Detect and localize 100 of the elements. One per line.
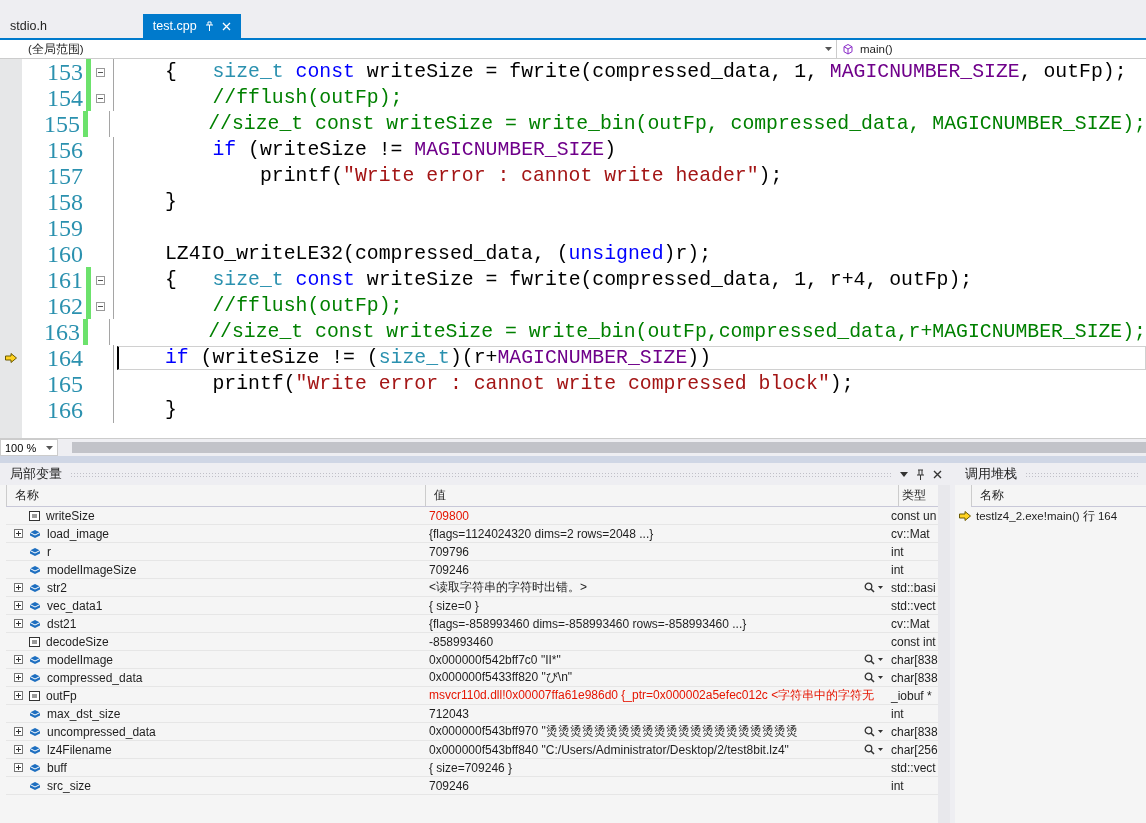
cube-icon xyxy=(843,43,853,55)
variable-type: cv::Mat xyxy=(891,526,930,541)
constant-icon xyxy=(29,636,40,647)
variable-type: std::vect xyxy=(891,598,936,613)
variable-name: lz4Filename xyxy=(47,742,112,757)
line-number: 156 xyxy=(46,137,84,163)
pin-icon[interactable] xyxy=(916,468,925,480)
variable-type: char[838 xyxy=(891,670,938,685)
line-number: 164 xyxy=(46,345,84,371)
field-icon xyxy=(29,744,41,755)
expand-icon[interactable] xyxy=(14,763,23,772)
line-number: 154 xyxy=(46,85,84,111)
expand-icon[interactable] xyxy=(14,745,23,754)
expand-icon[interactable] xyxy=(14,529,23,538)
field-icon xyxy=(29,654,41,665)
scope-dropdown[interactable]: (全局范围) xyxy=(0,40,837,58)
line-number: 155 xyxy=(43,111,82,137)
variable-value: msvcr110d.dll!0x00007ffa61e986d0 {_ptr=0x000002a5efec012c <字符串中的字符无 xyxy=(429,687,875,704)
variable-type: char[838 xyxy=(891,652,938,667)
expand-icon[interactable] xyxy=(14,673,23,682)
line-number: 160 xyxy=(46,241,84,267)
close-icon[interactable] xyxy=(933,469,942,479)
code-line: { size_t const writeSize = fwrite(compressed_data, 1, MAGICNUMBER_SIZE, outFp); xyxy=(165,60,1127,84)
variable-type: const int xyxy=(891,634,936,649)
horizontal-scrollbar[interactable] xyxy=(72,442,1146,453)
field-icon xyxy=(29,528,41,539)
visualizer-button[interactable] xyxy=(864,726,884,737)
panel-title: 调用堆栈 xyxy=(965,465,1017,483)
line-number: 159 xyxy=(46,215,84,241)
expand-icon[interactable] xyxy=(14,655,23,664)
variable-value: 709246 xyxy=(429,562,470,577)
variable-name: buff xyxy=(47,760,67,775)
line-number: 158 xyxy=(46,189,84,215)
column-header[interactable]: 名称 xyxy=(971,485,1004,506)
expand-icon[interactable] xyxy=(14,619,23,628)
code-line: printf("Write error : cannot write compressed block"); xyxy=(211,372,854,396)
visualizer-button[interactable] xyxy=(864,672,884,683)
variable-value: 709246 xyxy=(429,778,470,793)
collapse-icon[interactable] xyxy=(96,93,105,103)
vertical-scrollbar[interactable] xyxy=(937,485,950,823)
line-number: 153 xyxy=(46,59,84,85)
collapse-icon[interactable] xyxy=(96,67,105,77)
line-number: 165 xyxy=(46,371,84,397)
expand-icon[interactable] xyxy=(14,601,23,610)
variable-name: load_image xyxy=(47,526,110,541)
code-editor[interactable] xyxy=(0,59,1146,438)
caret-icon xyxy=(46,445,53,450)
expand-icon[interactable] xyxy=(14,727,23,736)
variable-name: uncompressed_data xyxy=(47,724,156,739)
variable-name: outFp xyxy=(46,688,77,703)
expand-icon[interactable] xyxy=(14,691,23,700)
variable-type: int xyxy=(891,706,904,721)
expand-icon[interactable] xyxy=(14,583,23,592)
field-icon xyxy=(29,582,41,593)
variable-name: src_size xyxy=(47,778,91,793)
field-icon xyxy=(29,762,41,773)
field-icon xyxy=(29,618,41,629)
variable-value: {flags=-858993460 dims=-858993460 rows=-858993460 ...} xyxy=(429,616,747,631)
zoom-dropdown[interactable]: 100 % xyxy=(0,439,58,456)
variable-type: char[256 xyxy=(891,742,938,757)
variable-value: { size=709246 } xyxy=(429,760,513,775)
variable-value: 0x000000f543bff840 "C:/Users/Administrator/Desktop/2/test8bit.lz4" xyxy=(429,742,789,757)
line-number: 166 xyxy=(46,397,84,423)
variable-type: std::basi xyxy=(891,580,936,595)
stack-frame[interactable]: testlz4_2.exe!main() 行 164 xyxy=(976,508,1118,524)
variable-value: {flags=1124024320 dims=2 rows=2048 ...} xyxy=(429,526,654,541)
collapse-icon[interactable] xyxy=(96,275,105,285)
variable-name: decodeSize xyxy=(46,634,109,649)
variable-name: dst21 xyxy=(47,616,77,631)
field-icon xyxy=(29,564,41,575)
variable-name: max_dst_size xyxy=(47,706,121,721)
code-line: } xyxy=(165,398,177,422)
column-header[interactable]: 名称 xyxy=(6,485,425,506)
function-dropdown[interactable]: main() xyxy=(837,40,1146,58)
document-tab[interactable]: stdio.h xyxy=(0,14,57,38)
variable-value: 709796 xyxy=(429,544,470,559)
variable-name: writeSize xyxy=(46,508,95,523)
variable-type: int xyxy=(891,778,904,793)
visualizer-button[interactable] xyxy=(864,744,884,755)
variable-type: int xyxy=(891,562,904,577)
dropdown-icon[interactable] xyxy=(900,471,908,477)
visualizer-button[interactable] xyxy=(864,582,884,593)
field-icon xyxy=(29,726,41,737)
variable-value: 0x000000f543bff970 "烫烫烫烫烫烫烫烫烫烫烫烫烫烫烫烫烫烫烫烫烫 xyxy=(429,723,798,740)
line-number: 163 xyxy=(43,319,82,345)
variable-value: { size=0 } xyxy=(429,598,479,613)
visualizer-button[interactable] xyxy=(864,654,884,665)
variable-value: -858993460 xyxy=(429,634,494,649)
code-line: //fflush(outFp); xyxy=(211,86,403,110)
code-line: //fflush(outFp); xyxy=(211,294,403,318)
field-icon xyxy=(29,546,41,557)
column-header[interactable]: 类型 xyxy=(898,485,938,506)
code-line: { size_t const writeSize = fwrite(compressed_data, 1, r+4, outFp); xyxy=(165,268,973,292)
line-number: 157 xyxy=(46,163,84,189)
code-line: if (writeSize != (size_t)(r+MAGICNUMBER_SIZE)) xyxy=(165,346,712,370)
column-header[interactable]: 值 xyxy=(425,485,898,506)
variable-type: int xyxy=(891,544,904,559)
field-icon xyxy=(29,672,41,683)
collapse-icon[interactable] xyxy=(96,301,105,311)
constant-icon xyxy=(29,690,40,701)
